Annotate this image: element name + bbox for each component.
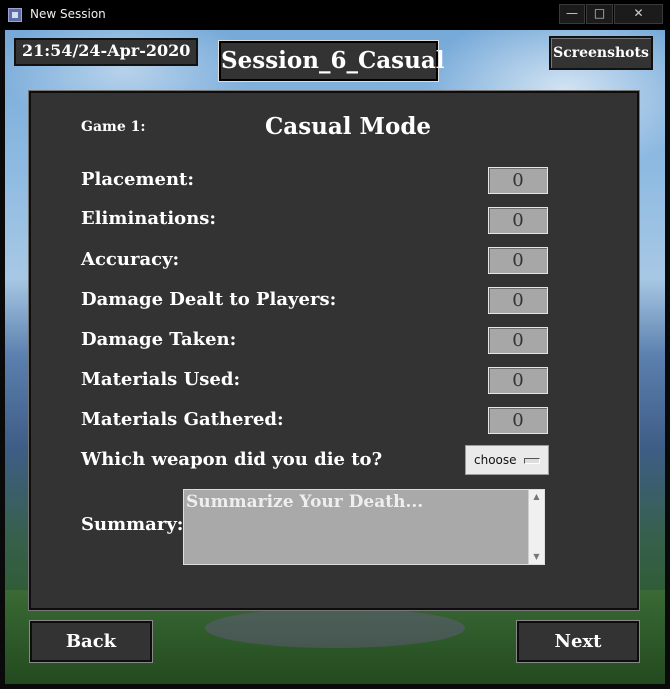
back-button[interactable]: Back (29, 620, 153, 663)
summary-label: Summary: (81, 514, 184, 535)
weapon-question-label: Which weapon did you die to? (81, 449, 383, 470)
placement-input[interactable]: 0 (488, 167, 548, 194)
damage-dealt-input[interactable]: 0 (488, 287, 548, 314)
eliminations-label: Eliminations: (81, 208, 217, 229)
scroll-down-icon[interactable]: ▼ (529, 550, 544, 564)
next-button[interactable]: Next (516, 620, 640, 663)
placement-label: Placement: (81, 169, 194, 190)
damage-taken-input[interactable]: 0 (488, 327, 548, 354)
game-number-label: Game 1: (81, 119, 146, 135)
materials-gathered-label: Materials Gathered: (81, 409, 284, 430)
accuracy-input[interactable]: 0 (488, 247, 548, 274)
session-name: Session_6_Casual (218, 40, 444, 82)
accuracy-label: Accuracy: (81, 249, 180, 270)
summary-scrollbar[interactable]: ▲ ▼ (528, 490, 544, 564)
scroll-up-icon[interactable]: ▲ (529, 490, 544, 504)
weapon-dropdown[interactable]: choose (465, 445, 549, 475)
eliminations-input[interactable]: 0 (488, 207, 548, 234)
window-title: New Session (30, 7, 106, 21)
datetime-label: 21:54/24-Apr-2020 (14, 38, 199, 66)
damage-taken-label: Damage Taken: (81, 329, 237, 350)
damage-dealt-label: Damage Dealt to Players: (81, 289, 337, 310)
app-icon (8, 8, 22, 22)
summary-placeholder: Summarize Your Death... (186, 492, 424, 512)
materials-gathered-input[interactable]: 0 (488, 407, 548, 434)
weapon-dropdown-value: choose (474, 453, 517, 467)
summary-textarea[interactable]: Summarize Your Death... ▲ ▼ (183, 489, 545, 565)
game-stats-panel: Game 1: Casual Mode Placement: 0 Elimina… (28, 90, 640, 611)
minimize-button[interactable]: — (559, 4, 585, 24)
close-button[interactable]: ✕ (614, 4, 663, 24)
title-bar: New Session — □ ✕ (0, 0, 670, 30)
mode-title: Casual Mode (265, 113, 432, 140)
screenshots-button[interactable]: Screenshots (549, 36, 653, 70)
maximize-button[interactable]: □ (586, 4, 613, 24)
materials-used-input[interactable]: 0 (488, 367, 548, 394)
materials-used-label: Materials Used: (81, 369, 241, 390)
dropdown-indicator-icon (524, 458, 540, 464)
